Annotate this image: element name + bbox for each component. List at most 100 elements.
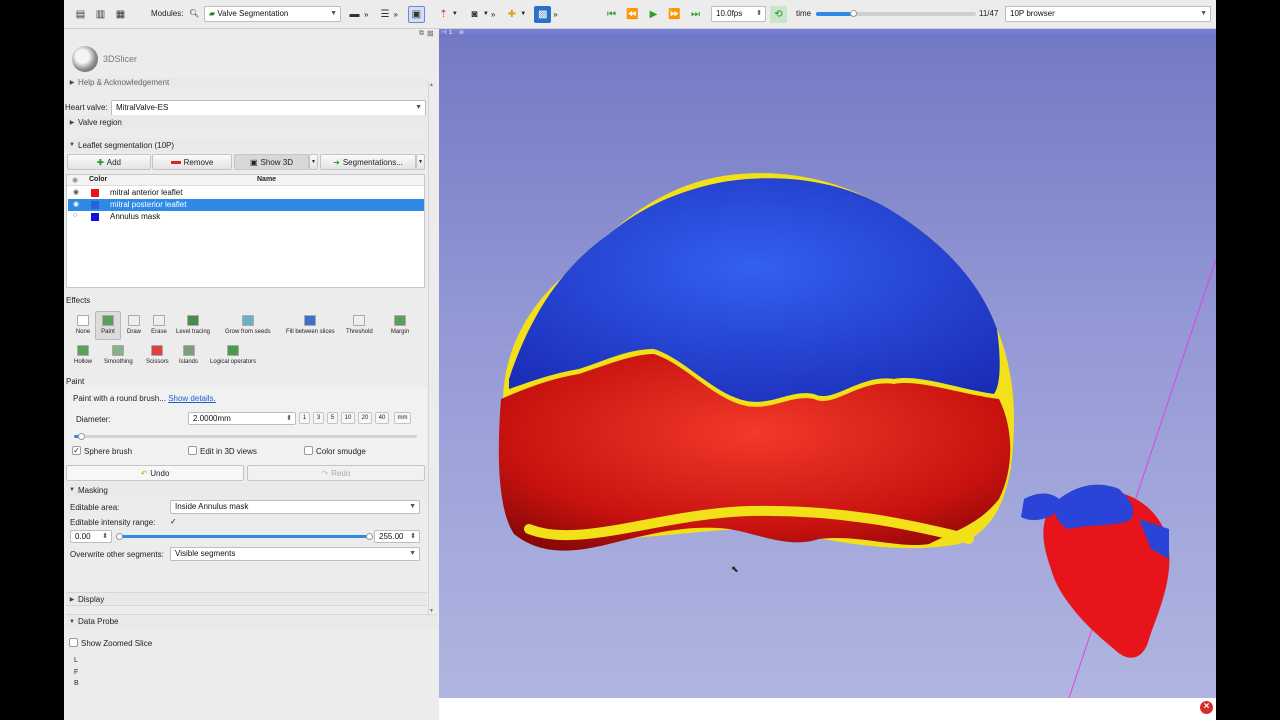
eye-icon[interactable]: ◉ <box>73 188 79 196</box>
diameter-preset-button[interactable]: 5 <box>327 412 338 424</box>
effect-draw[interactable]: Draw <box>121 311 147 340</box>
chevron-down-icon[interactable]: ▼ <box>520 11 526 17</box>
download-sample-icon[interactable]: ▥ <box>92 6 109 23</box>
panel-close-icon[interactable]: ⊠ <box>427 29 434 38</box>
spin-arrows-icon[interactable]: ⬍ <box>286 413 292 424</box>
effect-logical-operators[interactable]: Logical operators <box>206 341 260 370</box>
effect-islands[interactable]: Islands <box>175 341 202 370</box>
add-segment-button[interactable]: ✚ Add <box>67 154 151 170</box>
overwrite-selector[interactable]: Visible segments ▼ <box>170 547 420 561</box>
chevron-right-icon[interactable]: » <box>491 10 495 19</box>
last-frame-icon[interactable]: ⏭ <box>687 6 704 23</box>
3d-view[interactable]: ⊣ 1 ⊕ ⬉ <box>439 29 1216 698</box>
intensity-range-slider[interactable] <box>120 535 369 538</box>
diameter-unit-button[interactable]: mm <box>394 412 411 424</box>
fps-spinbox[interactable]: 10.0fps ⬍ <box>711 6 766 22</box>
back-history-icon[interactable]: ▬ <box>346 6 363 23</box>
segment-row[interactable]: ◉ mitral anterior leaflet <box>68 187 424 199</box>
segment-name[interactable]: mitral posterior leaflet <box>110 200 186 209</box>
color-column-header[interactable]: Color <box>89 176 107 183</box>
error-log-icon[interactable]: × <box>1200 701 1213 714</box>
redo-button[interactable]: ↷ Redo <box>247 465 425 481</box>
panel-undock-icon[interactable]: ⧉ <box>419 30 424 38</box>
effect-paint[interactable]: Paint <box>95 311 121 340</box>
effect-none[interactable]: None <box>70 311 96 340</box>
diameter-preset-button[interactable]: 40 <box>375 412 389 424</box>
segmentations-options-button[interactable]: ▼ <box>416 154 425 170</box>
module-selector[interactable]: ▰ Valve Segmentation ▼ <box>204 6 341 22</box>
save-icon[interactable]: ▦ <box>112 6 129 23</box>
hidden-eye-icon[interactable]: ○ <box>73 212 77 219</box>
diameter-spinbox[interactable]: 2.0000mm ⬍ <box>188 412 296 425</box>
module-search-icon[interactable]: 🔍︎ <box>189 9 199 18</box>
effect-level-tracing[interactable]: Level tracing <box>172 311 214 340</box>
extensions-icon[interactable]: ▩ <box>534 5 552 23</box>
effect-hollow[interactable]: Hollow <box>70 341 96 370</box>
chevron-down-icon[interactable]: ▼ <box>452 11 458 17</box>
remove-segment-button[interactable]: Remove <box>152 154 232 170</box>
diameter-slider-handle[interactable] <box>78 433 85 440</box>
segment-name[interactable]: mitral anterior leaflet <box>110 188 182 197</box>
effect-smoothing[interactable]: Smoothing <box>100 341 137 370</box>
time-slider-handle[interactable] <box>850 10 857 17</box>
segment-color-swatch[interactable] <box>91 201 99 209</box>
effect-margin[interactable]: Margin <box>387 311 413 340</box>
show-details-link[interactable]: Show details. <box>168 394 216 403</box>
loop-icon[interactable]: ⟲ <box>770 6 787 23</box>
chevron-right-icon[interactable]: » <box>393 10 397 19</box>
leaflet-segmentation-header[interactable]: ▼ Leaflet segmentation (10P) <box>66 138 427 152</box>
diameter-preset-button[interactable]: 3 <box>313 412 324 424</box>
previous-frame-icon[interactable]: ⏪ <box>624 6 641 23</box>
masking-header[interactable]: ▼ Masking <box>66 483 427 497</box>
undo-button[interactable]: ↶ Undo <box>66 465 244 481</box>
chevron-down-icon[interactable]: ▼ <box>483 11 489 17</box>
color-smudge-checkbox[interactable] <box>304 446 313 455</box>
editable-area-selector[interactable]: Inside Annulus mask ▼ <box>170 500 420 514</box>
range-min-handle[interactable] <box>116 533 123 540</box>
capture-icon[interactable]: ◙ <box>466 6 483 23</box>
effect-scissors[interactable]: Scissors <box>142 341 173 370</box>
show-3d-button[interactable]: ▣ Show 3D <box>234 154 309 170</box>
effect-grow-from-seeds[interactable]: Grow from seeds <box>221 311 275 340</box>
range-max-spinbox[interactable]: 255.00 ⬍ <box>374 530 420 543</box>
range-max-handle[interactable] <box>366 533 373 540</box>
data-probe-header[interactable]: ▼ Data Probe <box>66 614 437 628</box>
display-header[interactable]: ▶ Display <box>66 592 427 606</box>
list-icon[interactable]: ☰ <box>376 6 393 23</box>
effect-fill-between-slices[interactable]: Fill between slices <box>282 311 339 340</box>
eye-icon[interactable]: ◉ <box>73 200 79 208</box>
scroll-up-icon[interactable]: ▲ <box>429 82 434 88</box>
diameter-preset-button[interactable]: 1 <box>299 412 310 424</box>
effect-threshold[interactable]: Threshold <box>342 311 377 340</box>
spin-arrows-icon[interactable]: ⬍ <box>756 7 762 21</box>
chevron-right-icon[interactable]: » <box>553 10 557 19</box>
layout-icon[interactable]: ▣ <box>407 5 425 23</box>
diameter-slider[interactable] <box>74 435 417 438</box>
play-icon[interactable]: ▶ <box>645 6 662 23</box>
sphere-brush-checkbox[interactable]: ✓ <box>72 446 81 455</box>
range-min-spinbox[interactable]: 0.00 ⬍ <box>70 530 112 543</box>
spin-arrows-icon[interactable]: ⬍ <box>102 531 108 542</box>
first-frame-icon[interactable]: ⏮ <box>603 6 620 23</box>
edit-3d-checkbox[interactable] <box>188 446 197 455</box>
intensity-range-check[interactable]: ✓ <box>170 517 177 526</box>
mouse-mode-icon[interactable]: ⇡ <box>435 6 452 23</box>
heart-valve-selector[interactable]: MitralValve-ES ▼ <box>111 100 426 116</box>
panel-scrollbar[interactable]: ▲ ▼ <box>428 82 434 614</box>
spin-arrows-icon[interactable]: ⬍ <box>410 531 416 542</box>
load-data-icon[interactable]: ▤ <box>72 6 89 23</box>
chevron-right-icon[interactable]: » <box>364 10 368 19</box>
browser-selector[interactable]: 10P browser ▼ <box>1005 6 1211 22</box>
segment-name[interactable]: Annulus mask <box>110 212 160 221</box>
diameter-preset-button[interactable]: 20 <box>358 412 372 424</box>
segment-row[interactable]: ◉ mitral posterior leaflet <box>68 199 424 211</box>
show-zoomed-checkbox[interactable] <box>69 638 78 647</box>
help-section-header[interactable]: ▶ Help & Acknowledgement <box>66 78 427 87</box>
crosshair-icon[interactable]: ✚ <box>503 6 520 23</box>
segment-color-swatch[interactable] <box>91 189 99 197</box>
show-3d-options-button[interactable]: ▼ <box>309 154 318 170</box>
name-column-header[interactable]: Name <box>257 176 276 183</box>
next-frame-icon[interactable]: ⏩ <box>666 6 683 23</box>
segmentations-button[interactable]: ➜ Segmentations... <box>320 154 416 170</box>
segment-row[interactable]: ○ Annulus mask <box>68 211 424 223</box>
